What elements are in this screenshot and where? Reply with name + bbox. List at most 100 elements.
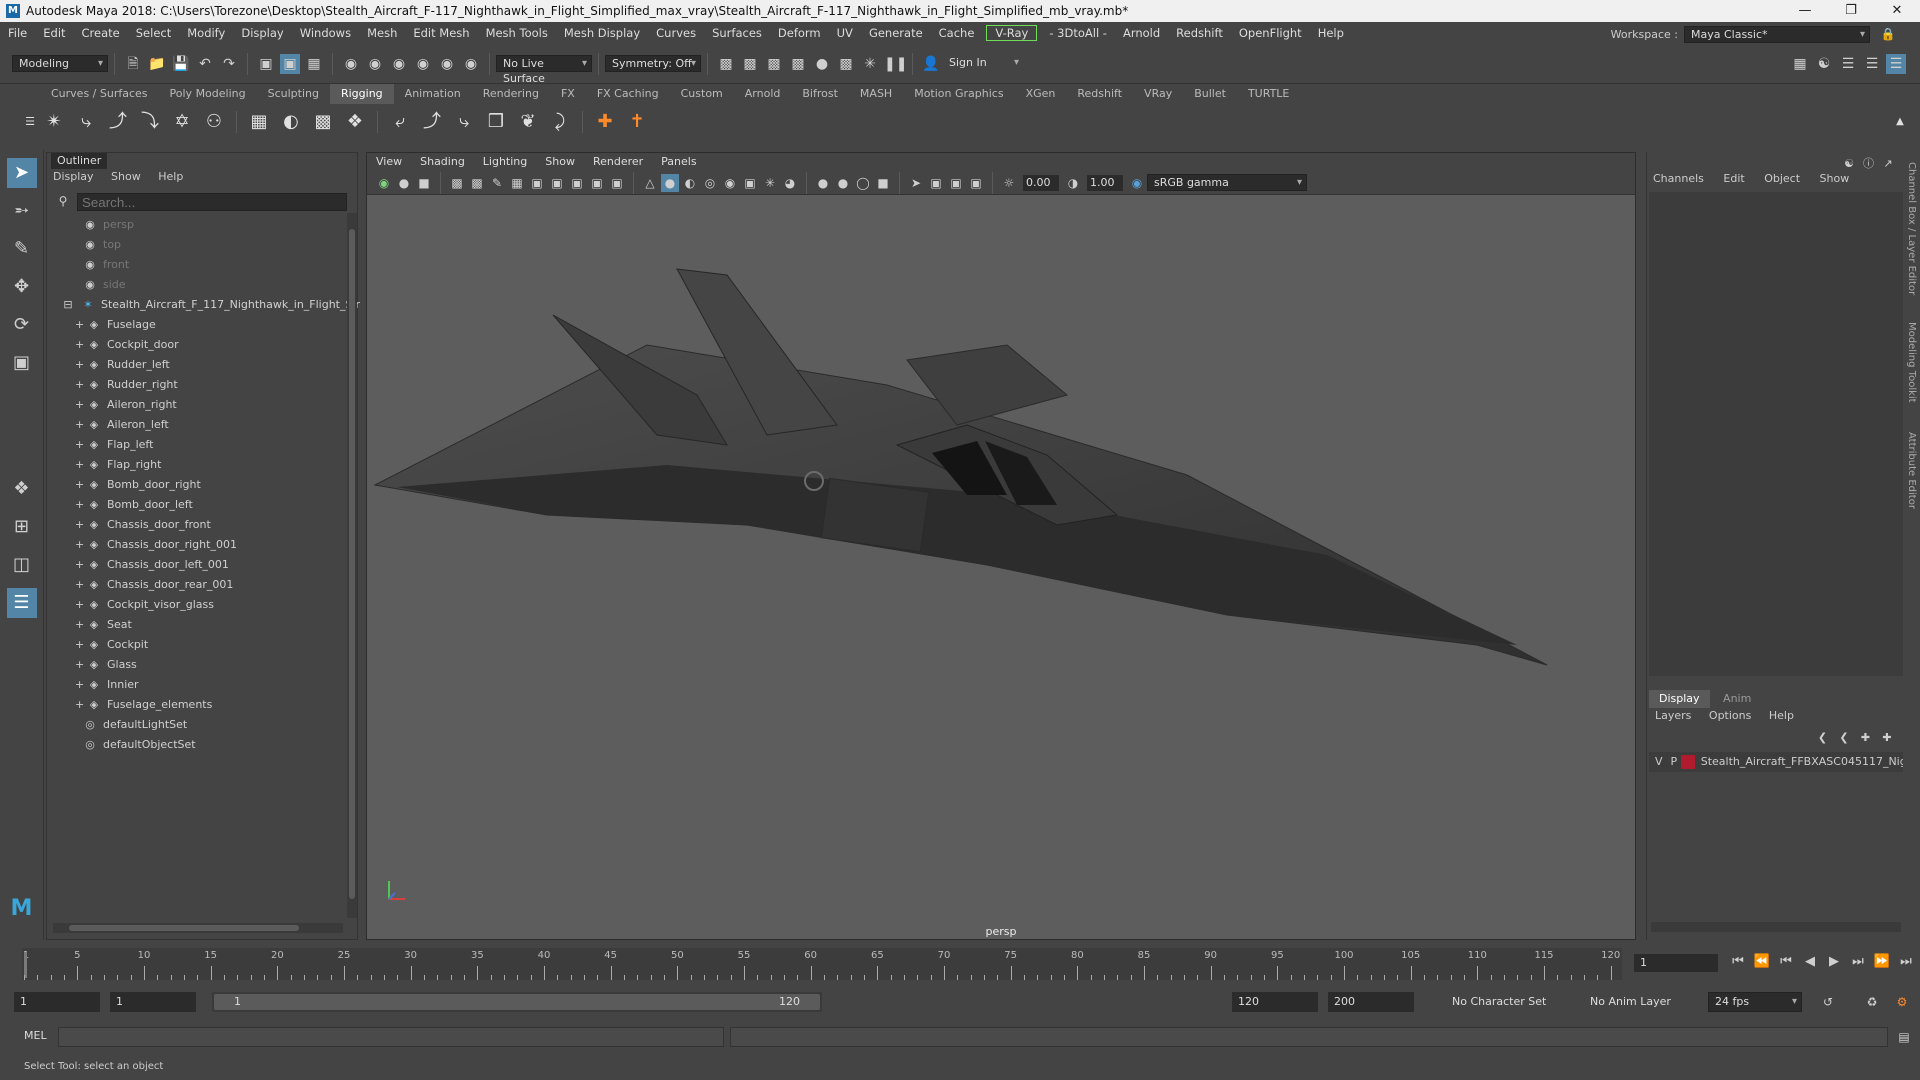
tree-node[interactable]: + ◈ Cockpit_visor_glass xyxy=(47,595,345,615)
render-view-icon[interactable]: ▩ xyxy=(716,54,736,74)
viewport-menu-view[interactable]: View xyxy=(367,153,411,171)
image-plane-icon[interactable]: ▩ xyxy=(448,174,466,192)
menu-3dtoall[interactable]: - 3DtoAll - xyxy=(1041,26,1115,40)
side-tab-channel-box[interactable]: Channel Box / Layer Editor xyxy=(1906,162,1917,295)
side-tab-modeling-toolkit[interactable]: Modeling Toolkit xyxy=(1906,322,1917,403)
step-back-key-icon[interactable]: ⏮ xyxy=(1776,952,1796,972)
film-gate-icon[interactable]: ▣ xyxy=(528,174,546,192)
expand-icon[interactable]: + xyxy=(75,475,84,495)
attribute-editor-icon[interactable]: ☰ xyxy=(1838,54,1858,74)
display-layer-row[interactable]: V P Stealth_Aircraft_FFBXASC045117_Nigl xyxy=(1649,752,1903,772)
wireframe-icon[interactable]: △ xyxy=(641,174,659,192)
view-transform-dropdown[interactable]: sRGB gamma xyxy=(1147,174,1307,191)
layer-visibility-toggle[interactable]: V xyxy=(1655,752,1663,772)
layer-menu-options[interactable]: Options xyxy=(1709,709,1751,722)
shelf-menu-icon[interactable]: ☰ xyxy=(24,108,36,136)
snap-point-icon[interactable]: ◉ xyxy=(389,54,409,74)
paint-select-icon[interactable]: ✎ xyxy=(7,234,37,264)
move-tool-icon[interactable]: ✥ xyxy=(7,272,37,302)
mirror-joint-icon[interactable]: ⤴ xyxy=(104,108,132,136)
menu-modify[interactable]: Modify xyxy=(179,26,233,40)
expand-icon[interactable]: + xyxy=(75,675,84,695)
humanik-icon[interactable]: ⚇ xyxy=(200,108,228,136)
shelf-tab-curves-surfaces[interactable]: Curves / Surfaces xyxy=(40,84,159,104)
xray-joints-icon[interactable]: ▣ xyxy=(927,174,945,192)
redo-icon[interactable]: ↷ xyxy=(219,54,239,74)
expand-icon[interactable]: + xyxy=(75,495,84,515)
expand-icon[interactable]: + xyxy=(75,535,84,555)
tree-camera-persp[interactable]: ◉ persp xyxy=(47,215,345,235)
ik-spline-icon[interactable]: ⤴ xyxy=(418,108,446,136)
depth-of-field-icon[interactable]: ■ xyxy=(874,174,892,192)
2d-pan-icon[interactable]: ▩ xyxy=(468,174,486,192)
viewport-panel[interactable]: View Shading Lighting Show Renderer Pane… xyxy=(366,152,1636,940)
light-editor-icon[interactable]: ✳ xyxy=(860,54,880,74)
channel-box-pin-icon[interactable]: ☯ xyxy=(1841,154,1857,174)
shadows-icon[interactable]: ◕ xyxy=(781,174,799,192)
menu-arnold[interactable]: Arnold xyxy=(1115,26,1168,40)
expand-icon[interactable]: + xyxy=(75,575,84,595)
layer-menu-help[interactable]: Help xyxy=(1769,709,1794,722)
shelf-tab-rigging[interactable]: Rigging xyxy=(329,84,394,104)
tree-node[interactable]: + ◈ Innier xyxy=(47,675,345,695)
go-to-end-icon[interactable]: ⏭ xyxy=(1896,952,1916,972)
animation-start-field[interactable]: 1 xyxy=(14,992,100,1012)
tree-node[interactable]: + ◈ Aileron_right xyxy=(47,395,345,415)
range-thumb[interactable]: 1 120 xyxy=(214,994,820,1010)
select-hierarchy-icon[interactable]: ▣ xyxy=(256,54,276,74)
menu-curves[interactable]: Curves xyxy=(648,26,704,40)
tree-node[interactable]: + ◈ Seat xyxy=(47,615,345,635)
menu-edit[interactable]: Edit xyxy=(35,26,73,40)
save-scene-icon[interactable]: 💾 xyxy=(171,54,191,74)
tree-node[interactable]: + ◈ Glass xyxy=(47,655,345,675)
tree-node[interactable]: + ◈ Fuselage xyxy=(47,315,345,335)
tree-node[interactable]: + ◈ Bomb_door_left xyxy=(47,495,345,515)
viewport-menu-show[interactable]: Show xyxy=(536,153,584,171)
exposure-field[interactable]: 0.00 xyxy=(1023,174,1059,191)
collapse-icon[interactable]: ⊟ xyxy=(61,295,75,315)
xray-icon[interactable]: ◉ xyxy=(721,174,739,192)
tree-node[interactable]: + ◈ Cockpit_door xyxy=(47,335,345,355)
viewport-menu-lighting[interactable]: Lighting xyxy=(474,153,536,171)
menu-select[interactable]: Select xyxy=(128,26,179,40)
color-management-icon[interactable]: ◉ xyxy=(1128,174,1146,192)
move-layer-down-icon[interactable]: ❮ xyxy=(1835,728,1853,748)
wireframe-on-shaded-icon[interactable]: ◎ xyxy=(701,174,719,192)
tree-node[interactable]: + ◈ Aileron_left xyxy=(47,415,345,435)
bind-skin-icon[interactable]: ▦ xyxy=(245,108,273,136)
lock-icon[interactable]: 🔒 xyxy=(1878,24,1898,44)
locator-icon[interactable]: ✚ xyxy=(591,108,619,136)
default-material-icon[interactable]: ◐ xyxy=(681,174,699,192)
tree-node[interactable]: + ◈ Cockpit xyxy=(47,635,345,655)
expand-icon[interactable]: + xyxy=(75,615,84,635)
expand-icon[interactable]: + xyxy=(75,435,84,455)
blend-shape-icon[interactable]: ❒ xyxy=(482,108,510,136)
tree-camera-side[interactable]: ◉ side xyxy=(47,275,345,295)
play-forward-icon[interactable]: ▶ xyxy=(1824,952,1844,972)
paint-weights-icon[interactable]: ◐ xyxy=(277,108,305,136)
four-view-layout-icon[interactable]: ⊞ xyxy=(7,512,37,542)
shelf-scroll-icon[interactable]: ▲ xyxy=(1886,108,1914,136)
animation-end-field[interactable]: 200 xyxy=(1328,992,1414,1012)
tree-node[interactable]: + ◈ Chassis_door_right_001 xyxy=(47,535,345,555)
close-icon[interactable]: ✕ xyxy=(1874,0,1920,22)
viewport-menu-panels[interactable]: Panels xyxy=(652,153,705,171)
tree-node[interactable]: + ◈ Flap_right xyxy=(47,455,345,475)
pause-viewport-icon[interactable]: ❚❚ xyxy=(884,54,907,74)
command-input[interactable] xyxy=(58,1027,724,1047)
joint-tool-icon[interactable]: ✴ xyxy=(40,108,68,136)
lights-icon[interactable]: ✳ xyxy=(761,174,779,192)
preferences-icon[interactable]: ⚙ xyxy=(1892,992,1912,1012)
playback-start-field[interactable]: 1 xyxy=(110,992,196,1012)
channel-box-menu-channels[interactable]: Channels xyxy=(1653,172,1704,185)
play-backward-icon[interactable]: ◀ xyxy=(1800,952,1820,972)
channel-box-help-icon[interactable]: ⓘ xyxy=(1861,154,1877,174)
snap-surface-icon[interactable]: ◉ xyxy=(437,54,457,74)
gamma-field[interactable]: 1.00 xyxy=(1087,174,1123,191)
hik-icon[interactable]: ☯ xyxy=(1814,54,1834,74)
menu-set-dropdown[interactable]: Modeling xyxy=(12,55,108,72)
modeling-toolkit-icon[interactable]: ▦ xyxy=(1790,54,1810,74)
viewport-menu-shading[interactable]: Shading xyxy=(411,153,474,171)
tree-node[interactable]: + ◈ Chassis_door_rear_001 xyxy=(47,575,345,595)
fps-dropdown[interactable]: 24 fps xyxy=(1708,992,1802,1012)
